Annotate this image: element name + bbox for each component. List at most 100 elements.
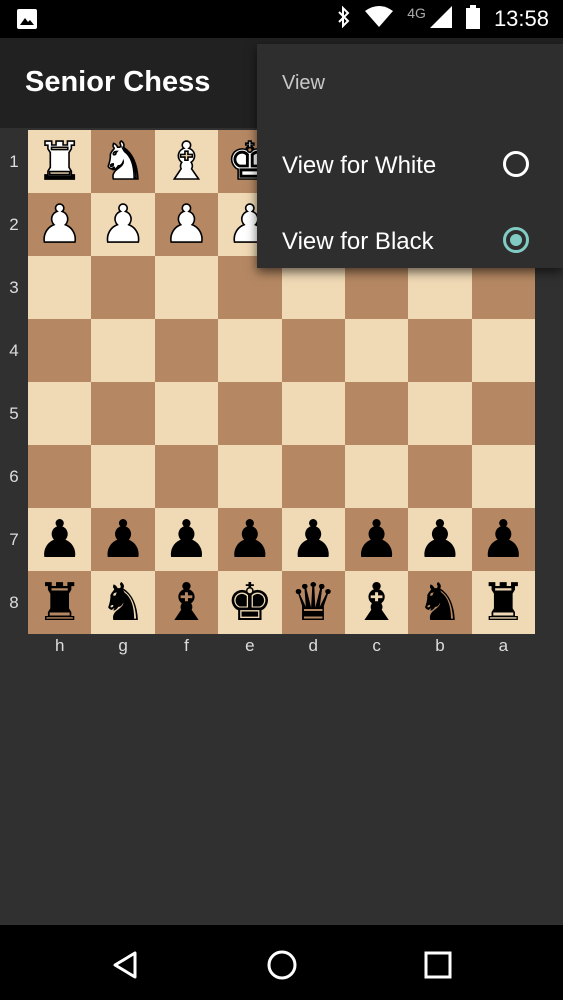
- square-f5[interactable]: [154, 382, 219, 445]
- square-d8[interactable]: ♛: [281, 571, 345, 634]
- square-c5[interactable]: [344, 382, 409, 445]
- square-g3[interactable]: [91, 256, 155, 319]
- recents-icon[interactable]: [418, 945, 458, 985]
- square-b5[interactable]: [408, 382, 472, 445]
- file-label: b: [435, 636, 445, 655]
- square-h3[interactable]: [28, 256, 92, 319]
- square-h8[interactable]: ♜: [28, 571, 92, 634]
- square-f6[interactable]: [154, 445, 219, 508]
- square-a4[interactable]: [471, 319, 535, 382]
- square-c4[interactable]: [344, 319, 409, 382]
- square-h5[interactable]: [28, 382, 92, 445]
- file-label: a: [498, 636, 509, 655]
- black-piece: ♝: [163, 572, 210, 633]
- square-b6[interactable]: [408, 445, 472, 508]
- rank-label: 8: [9, 592, 19, 612]
- square-e4[interactable]: [218, 319, 282, 382]
- rank-label: 2: [9, 214, 19, 234]
- app-title: Senior Chess: [25, 66, 211, 98]
- square-g6[interactable]: [91, 445, 155, 508]
- radio-button-white[interactable]: [503, 151, 529, 177]
- square-e7[interactable]: ♟: [218, 508, 282, 571]
- square-c8[interactable]: ♝: [344, 571, 409, 634]
- square-e6[interactable]: [218, 445, 282, 508]
- square-d6[interactable]: [281, 445, 345, 508]
- square-h2[interactable]: ♟: [28, 193, 92, 256]
- black-piece: ♞: [99, 572, 147, 633]
- square-b7[interactable]: ♟: [408, 508, 472, 571]
- battery-icon: [465, 4, 480, 34]
- square-g4[interactable]: [91, 319, 155, 382]
- square-b4[interactable]: [408, 319, 472, 382]
- square-f2[interactable]: ♟: [154, 193, 219, 256]
- file-label: f: [184, 636, 189, 655]
- home-icon[interactable]: [262, 945, 302, 985]
- square-f4[interactable]: [154, 319, 219, 382]
- black-piece: ♞: [416, 572, 464, 633]
- back-icon[interactable]: [105, 945, 145, 985]
- rank-label: 7: [9, 529, 19, 549]
- network-type: 4G: [407, 5, 426, 21]
- view-menu: View View for White View for Black: [257, 44, 563, 268]
- square-g8[interactable]: ♞: [91, 571, 155, 634]
- file-label: h: [54, 636, 65, 655]
- signal-icon: [429, 5, 452, 33]
- menu-item-view-for-black[interactable]: View for Black: [257, 208, 563, 278]
- black-piece: ♝: [353, 572, 400, 633]
- rank-label: 1: [9, 151, 19, 171]
- square-e5[interactable]: [218, 382, 282, 445]
- file-label: e: [245, 636, 255, 655]
- square-b8[interactable]: ♞: [408, 571, 472, 634]
- square-h4[interactable]: [28, 319, 92, 382]
- black-piece: ♟: [36, 509, 83, 570]
- rank-label: 3: [9, 277, 19, 297]
- radio-button-black[interactable]: [503, 227, 529, 253]
- square-h1[interactable]: ♜: [28, 130, 92, 193]
- white-piece: ♟: [36, 194, 84, 255]
- square-f8[interactable]: ♝: [154, 571, 219, 634]
- black-piece: ♜: [480, 572, 527, 633]
- square-h6[interactable]: [28, 445, 92, 508]
- square-h7[interactable]: ♟: [28, 508, 92, 571]
- square-d7[interactable]: ♟: [281, 508, 345, 571]
- square-a5[interactable]: [471, 382, 535, 445]
- rank-label: 5: [9, 403, 19, 423]
- menu-title: View: [282, 72, 325, 94]
- black-piece: ♟: [416, 509, 464, 570]
- square-g1[interactable]: ♞: [91, 130, 155, 193]
- square-c6[interactable]: [344, 445, 409, 508]
- square-f7[interactable]: ♟: [154, 508, 219, 571]
- black-piece: ♟: [353, 509, 400, 570]
- black-piece: ♟: [99, 509, 147, 570]
- black-piece: ♟: [480, 509, 527, 570]
- square-g5[interactable]: [91, 382, 155, 445]
- navigation-bar: [0, 925, 563, 1000]
- menu-item-label: View for White: [282, 152, 437, 179]
- black-piece: ♟: [226, 509, 274, 570]
- rank-label: 6: [9, 466, 19, 486]
- wifi-icon: [365, 5, 394, 33]
- white-piece: ♝: [162, 131, 210, 192]
- square-c7[interactable]: ♟: [344, 508, 409, 571]
- image-icon: [16, 8, 38, 35]
- square-f1[interactable]: ♝: [154, 130, 219, 193]
- square-g7[interactable]: ♟: [91, 508, 155, 571]
- file-label: g: [118, 636, 128, 655]
- square-d5[interactable]: [281, 382, 345, 445]
- square-f3[interactable]: [154, 256, 219, 319]
- square-a6[interactable]: [471, 445, 535, 508]
- menu-item-label: View for Black: [282, 228, 434, 255]
- square-a8[interactable]: ♜: [471, 571, 535, 634]
- rank-label: 4: [9, 340, 19, 360]
- white-piece: ♞: [99, 131, 147, 192]
- status-time: 13:58: [493, 6, 549, 31]
- white-piece: ♟: [162, 194, 210, 255]
- black-piece: ♚: [226, 572, 274, 633]
- file-labels: hgfedcba: [28, 634, 535, 656]
- square-d4[interactable]: [281, 319, 345, 382]
- square-e8[interactable]: ♚: [218, 571, 282, 634]
- square-a7[interactable]: ♟: [471, 508, 535, 571]
- bluetooth-icon: [337, 5, 351, 34]
- square-g2[interactable]: ♟: [91, 193, 155, 256]
- menu-item-view-for-white[interactable]: View for White: [257, 132, 563, 202]
